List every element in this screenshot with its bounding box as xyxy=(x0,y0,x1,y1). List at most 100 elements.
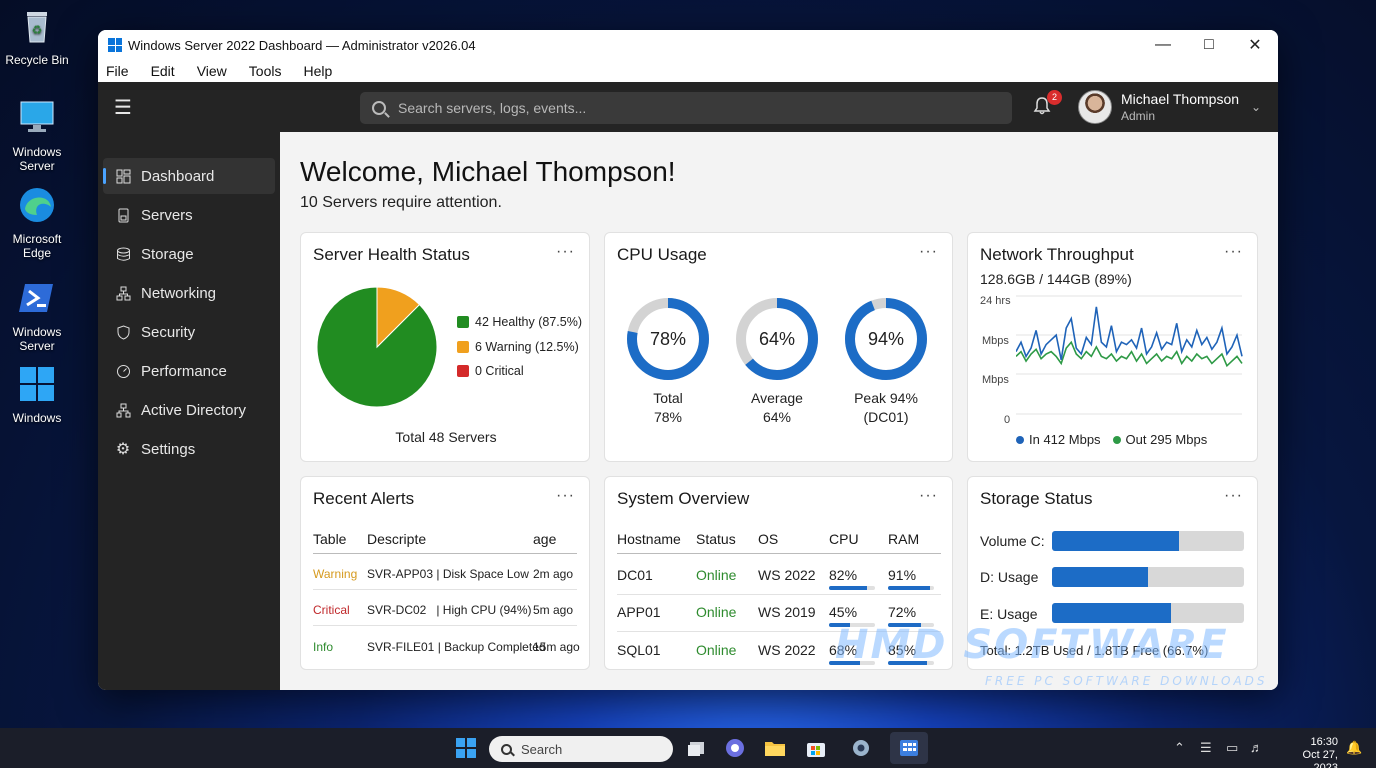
sidebar-item-security[interactable]: Security xyxy=(103,314,275,350)
sidebar-item-networking[interactable]: Networking xyxy=(103,275,275,311)
column-header: Table xyxy=(313,531,347,547)
sidebar-item-label: Active Directory xyxy=(141,401,247,419)
alert-description[interactable]: SVR-FILE01 | Backup Completed xyxy=(367,640,546,654)
taskbar-search[interactable]: Search xyxy=(489,736,673,762)
edge-icon xyxy=(20,188,54,222)
menu-tools[interactable]: Tools xyxy=(249,63,282,79)
alert-level: Info xyxy=(313,640,334,654)
chat-icon[interactable] xyxy=(724,737,746,759)
more-options-icon[interactable]: ··· xyxy=(919,487,938,505)
desktop-icon-recycle-bin[interactable]: ♻ Recycle Bin xyxy=(4,6,70,67)
ram-cell: 72% xyxy=(888,604,917,620)
legend-label: 6 Warning (12.5%) xyxy=(475,340,579,354)
desktop-icon-windows-server[interactable]: Windows Server xyxy=(4,98,70,173)
legend-dot-in xyxy=(1016,435,1024,444)
minimize-button[interactable]: — xyxy=(1140,30,1186,60)
menu-file[interactable]: File xyxy=(106,63,129,79)
more-options-icon[interactable]: ··· xyxy=(556,243,575,261)
file-explorer-icon[interactable] xyxy=(764,737,786,759)
network-line-chart xyxy=(1016,295,1243,415)
alert-description[interactable]: SVR-DC02 | High CPU (94%) xyxy=(367,603,532,617)
title-bar[interactable]: Windows Server 2022 Dashboard — Administ… xyxy=(98,30,1278,60)
battery-icon[interactable]: ▭ xyxy=(1226,740,1238,756)
alert-description[interactable]: SVR-APP03 | Disk Space Low xyxy=(367,567,529,581)
store-icon[interactable] xyxy=(805,737,827,759)
hostname-cell[interactable]: SQL01 xyxy=(617,642,661,658)
close-button[interactable]: ✕ xyxy=(1232,30,1278,60)
recent-alerts-card: Recent Alerts ··· Table Descripte age Wa… xyxy=(300,476,590,670)
row-divider xyxy=(617,594,941,595)
start-button-icon[interactable] xyxy=(455,737,477,759)
user-menu[interactable]: Michael Thompson Admin ⌄ xyxy=(1078,90,1261,124)
column-header: Hostname xyxy=(617,531,681,547)
settings-gear-icon[interactable] xyxy=(850,737,872,759)
watermark-logo: HMD SOFTWARE xyxy=(835,622,1229,668)
header-divider xyxy=(313,553,577,554)
cpu-usage-bar xyxy=(829,586,875,590)
sidebar-item-servers[interactable]: Servers xyxy=(103,197,275,233)
hostname-cell[interactable]: APP01 xyxy=(617,604,661,620)
hostname-cell[interactable]: DC01 xyxy=(617,567,653,583)
legend-healthy: 42 Healthy (87.5%) xyxy=(457,315,582,329)
desktop-icon-edge[interactable]: Microsoft Edge xyxy=(4,185,70,260)
total-servers: Total 48 Servers xyxy=(395,429,497,445)
menu-view[interactable]: View xyxy=(197,63,227,79)
desktop-icon-label: Windows Server xyxy=(12,325,62,353)
row-divider xyxy=(313,589,577,590)
sidebar-item-performance[interactable]: Performance xyxy=(103,353,275,389)
menu-edit[interactable]: Edit xyxy=(151,63,175,79)
notifications-bell-icon[interactable]: 2 xyxy=(1032,90,1062,118)
svg-text:♻: ♻ xyxy=(32,23,43,37)
search-icon xyxy=(501,743,512,755)
sidebar-item-active-directory[interactable]: Active Directory xyxy=(103,392,275,428)
axis-label: Mbps xyxy=(982,335,1009,347)
clock-time: 16:30 xyxy=(1310,736,1338,748)
maximize-button[interactable]: □ xyxy=(1186,30,1232,60)
user-name: Michael Thompson xyxy=(1121,91,1240,107)
gauge-caption: (DC01) xyxy=(863,409,909,425)
dashboard-icon xyxy=(115,168,131,184)
alert-level: Critical xyxy=(313,603,350,617)
volume-icon[interactable]: ♬ xyxy=(1250,740,1263,755)
status-cell: Online xyxy=(696,642,737,658)
volume-usage-bar xyxy=(1052,531,1244,551)
main-content: Welcome, Michael Thompson! 10 Servers re… xyxy=(280,134,1278,690)
gauge-caption: Average xyxy=(751,390,803,406)
more-options-icon[interactable]: ··· xyxy=(1224,243,1243,261)
desktop-icon-label: Windows xyxy=(12,411,62,425)
desktop-icon-label: Microsoft Edge xyxy=(12,232,62,260)
system-clock[interactable]: 16:30 Oct 27, 2023 xyxy=(1278,736,1338,768)
network-throughput-card: Network Throughput ··· 128.6GB / 144GB (… xyxy=(967,232,1258,462)
card-title: Server Health Status xyxy=(313,245,470,264)
avatar xyxy=(1078,90,1112,124)
gauge-caption: Peak 94% xyxy=(854,390,918,406)
dashboard-app-icon[interactable] xyxy=(898,737,920,759)
notification-center-icon[interactable]: 🔔 xyxy=(1346,740,1362,756)
task-view-icon[interactable] xyxy=(686,737,708,759)
desktop-icon-powershell[interactable]: Windows Server xyxy=(4,278,70,353)
search-input[interactable]: Search servers, logs, events... xyxy=(360,92,1012,124)
hamburger-menu-icon[interactable]: ☰ xyxy=(98,95,148,120)
network-icon xyxy=(115,285,131,301)
tray-chevron-up-icon[interactable]: ⌃ xyxy=(1174,740,1185,756)
gauge-caption-average: Average 64% xyxy=(732,389,822,427)
more-options-icon[interactable]: ··· xyxy=(919,243,938,261)
alert-age: 2m ago xyxy=(533,567,574,581)
watermark-tagline: FREE PC SOFTWARE DOWNLOADS xyxy=(985,674,1268,688)
recycle-bin-icon: ♻ xyxy=(27,12,47,43)
app-header: ☰ Search servers, logs, events... 2 Mich… xyxy=(98,82,1278,132)
wifi-icon[interactable]: ☰ xyxy=(1200,740,1212,756)
alert-age: 5m ago xyxy=(533,603,574,617)
card-title: CPU Usage xyxy=(617,245,707,264)
desktop-icon-windows[interactable]: Windows xyxy=(4,364,70,425)
sidebar-item-dashboard[interactable]: Dashboard xyxy=(103,158,275,194)
sidebar-item-storage[interactable]: Storage xyxy=(103,236,275,272)
card-title: Recent Alerts xyxy=(313,489,415,508)
menu-help[interactable]: Help xyxy=(303,63,332,79)
more-options-icon[interactable]: ··· xyxy=(1224,487,1243,505)
sidebar-item-settings[interactable]: ⚙ Settings xyxy=(103,431,275,467)
cpu-cell: 82% xyxy=(829,567,858,583)
more-options-icon[interactable]: ··· xyxy=(556,487,575,505)
cpu-cell: 45% xyxy=(829,604,858,620)
status-cell: Online xyxy=(696,567,737,583)
